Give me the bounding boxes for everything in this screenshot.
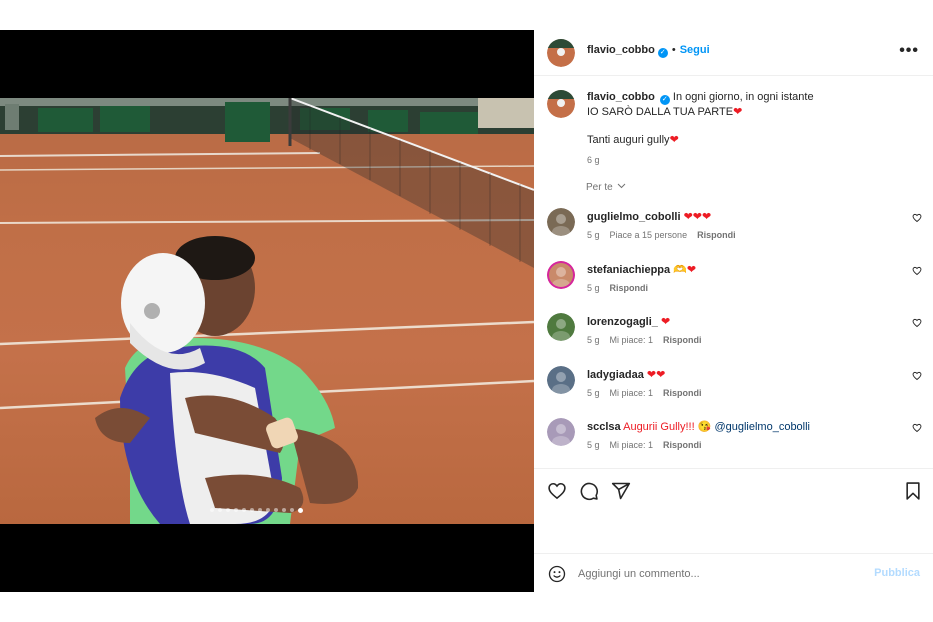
comment-meta: 5 g Mi piace: 1 Rispondi [587,388,712,398]
commenter-username[interactable]: lorenzogagli_ [587,316,658,328]
comment-timestamp: 5 g [587,387,600,398]
heart-icon[interactable] [547,481,567,501]
post-header: flavio_cobbo ✓ • Segui ••• [534,30,933,76]
comment-like-heart-icon[interactable] [912,318,922,328]
comment-timestamp: 5 g [587,440,600,450]
bookmark-icon[interactable] [903,481,923,501]
carousel-dot [242,508,246,512]
share-icon[interactable] [611,481,631,501]
separator-dot: • [671,44,676,56]
tennis-hug-image [0,98,534,524]
commenter-avatar[interactable] [547,208,575,236]
commenter-username[interactable]: ladygiadaa [587,369,644,381]
comment-body: Augurii Gully!!! 😘 [623,421,712,433]
comment-sort-dropdown[interactable]: Per te [586,182,626,193]
carousel-dot [298,507,303,513]
comment-like-count[interactable]: Mi piace: 1 [610,335,654,345]
comment-timestamp: 5 g [587,230,600,240]
carousel-dot [210,508,214,512]
carousel-dot [274,508,278,512]
commenter-username[interactable]: stefaniachieppa [587,264,670,276]
comment-body: ❤❤ [646,368,666,381]
emoji-icon[interactable] [548,565,566,583]
comment-input[interactable] [578,564,858,584]
follow-button[interactable]: Segui [680,44,710,56]
reply-button[interactable]: Rispondi [697,230,736,240]
comment-item: stefaniachieppa 🫶❤ 5 g Rispondi [534,260,933,313]
carousel-dot [218,508,222,512]
verified-badge-icon: ✓ [657,48,668,58]
comment-like-count[interactable]: Mi piace: 1 [610,440,654,450]
heart-emoji: ❤ [669,134,679,146]
carousel-dot [258,508,262,512]
comment-like-heart-icon[interactable] [912,371,922,381]
caption-username[interactable]: flavio_cobbo [587,91,655,103]
carousel-dot [290,508,294,512]
post-actions-bar [534,468,933,553]
post-photo [0,98,534,524]
caption-avatar[interactable] [547,90,575,118]
reply-button[interactable]: Rispondi [663,335,702,345]
comment-mention[interactable]: @guglielmo_cobolli [714,421,810,433]
more-options-icon[interactable]: ••• [899,42,919,60]
heart-emoji: ❤ [733,106,743,118]
commenter-avatar[interactable] [547,260,575,289]
sort-label: Per te [586,182,613,193]
comment-item: lorenzogagli_ ❤ 5 g Mi piace: 1 Rispondi [534,313,933,365]
author-avatar[interactable] [547,39,575,67]
caption-line-3: Tanti auguri gully [587,134,670,146]
caption-line-2: IO SARÒ DALLA TUA PARTE [587,106,734,118]
comment-body: ❤ [660,316,671,328]
comment-body: ❤❤❤ [683,211,712,223]
carousel-dot [250,508,254,512]
comment-meta: 5 g Piace a 15 persone Rispondi [587,230,746,240]
carousel-dot [226,508,230,512]
comment-item: guglielmo_cobolli ❤❤❤ 5 g Piace a 15 perso… [534,208,933,260]
comment-like-count[interactable]: Piace a 15 persone [610,230,688,240]
comments-section[interactable]: flavio_cobbo ✓ In ogni giorno, in ogni is… [534,76,933,468]
caption-line-1: In ogni giorno, in ogni istante [672,91,814,103]
caption-timestamp: 6 g [587,155,600,165]
verified-badge-icon: ✓ [659,95,670,105]
comment-timestamp: 5 g [587,335,600,345]
comment-meta: 5 g Rispondi [587,283,658,293]
author-username[interactable]: flavio_cobbo [587,44,655,56]
comment-meta: 5 g Mi piace: 1 Rispondi [587,335,712,345]
post-side-panel: flavio_cobbo ✓ • Segui ••• flavio_cobbo ✓ In… [534,30,933,592]
commenter-avatar[interactable] [547,418,575,446]
comment-item: scclsa Augurii Gully!!! 😘 @guglielmo_cob… [534,418,933,468]
comment-meta: 5 g Mi piace: 1 Rispondi [587,440,712,450]
comment-icon[interactable] [579,481,599,501]
post-media[interactable] [0,30,534,592]
comment-like-heart-icon[interactable] [912,266,922,276]
commenter-username[interactable]: scclsa [587,421,621,433]
chevron-down-icon [618,183,626,189]
comment-item: ladygiadaa ❤❤ 5 g Mi piace: 1 Rispondi [534,365,933,418]
comment-like-heart-icon[interactable] [912,213,922,223]
comment-text-line: ladygiadaa ❤❤ [587,368,665,381]
commenter-avatar[interactable] [547,313,575,341]
carousel-dot [234,508,238,512]
comment-text-line: guglielmo_cobolli ❤❤❤ [587,210,711,223]
carousel-dot [282,508,286,512]
commenter-avatar[interactable] [547,365,575,394]
comment-composer: Pubblica [534,553,933,592]
author-line: flavio_cobbo ✓ • Segui [587,44,710,58]
comment-like-heart-icon[interactable] [912,423,922,433]
comment-text-line: lorenzogagli_ ❤ [587,315,670,328]
commenter-username[interactable]: guglielmo_cobolli [587,211,681,223]
comment-like-count[interactable]: Mi piace: 1 [610,388,654,398]
comment-text-line: stefaniachieppa 🫶❤ [587,263,696,276]
comment-body: 🫶❤ [673,263,697,276]
post-caption: flavio_cobbo ✓ In ogni giorno, in ogni is… [587,90,917,167]
carousel-indicator [210,507,303,513]
reply-button[interactable]: Rispondi [610,283,649,293]
reply-button[interactable]: Rispondi [663,440,702,450]
comment-timestamp: 5 g [587,282,600,293]
publish-button[interactable]: Pubblica [874,567,920,579]
carousel-dot [266,508,270,512]
comment-text-line: scclsa Augurii Gully!!! 😘 @guglielmo_cob… [587,420,810,433]
reply-button[interactable]: Rispondi [663,388,702,398]
